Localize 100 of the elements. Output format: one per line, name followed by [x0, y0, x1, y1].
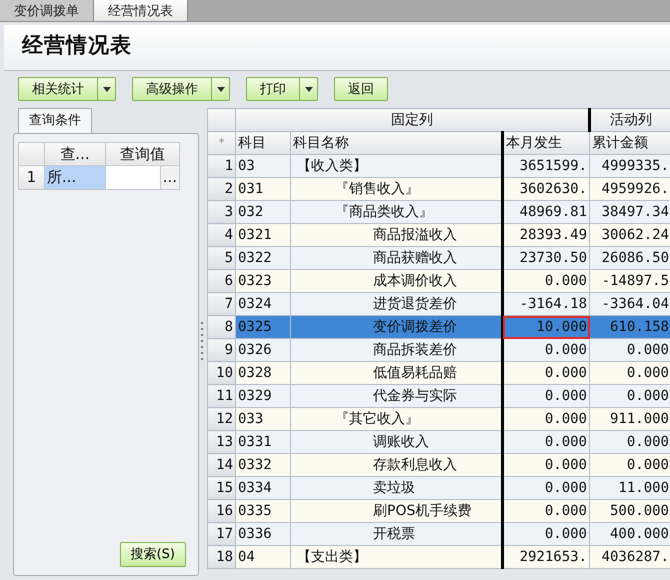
- table-cell: 031: [236, 178, 290, 200]
- caret-icon: [102, 86, 110, 92]
- table-cell: 商品报溢收入: [290, 224, 502, 246]
- table-cell: 商品获赠收入: [290, 246, 502, 270]
- table-cell: 进货退货差价: [290, 292, 502, 316]
- table-cell: 成本调价收入: [290, 270, 502, 292]
- table-cell: 变价调拨差价: [290, 316, 502, 338]
- table-cell: 商品拆装差价: [290, 338, 502, 362]
- toolbar-button[interactable]: 相关统计: [18, 77, 116, 101]
- toolbar-button[interactable]: 打印: [246, 77, 318, 101]
- table-cell: 『其它收入』: [290, 408, 502, 430]
- table-cell: 刷POS机手续费: [290, 500, 502, 522]
- table-cell: 26086.50: [590, 246, 670, 270]
- corner-marker: *: [208, 132, 236, 154]
- table-cell: 0331: [236, 430, 290, 454]
- toolbar-button[interactable]: 高级操作: [132, 77, 230, 101]
- column-header: 查...: [44, 142, 106, 166]
- table-cell: 0.000: [502, 408, 590, 430]
- row-number: 6: [208, 270, 236, 292]
- table-cell: 0.000: [502, 500, 590, 522]
- table-cell: 0.000: [502, 384, 590, 408]
- picker-button[interactable]: ...: [160, 166, 180, 189]
- row-number: 3: [208, 200, 236, 224]
- table-cell: 3651599.: [502, 154, 590, 178]
- table-cell: 610.158: [590, 316, 670, 338]
- column-header: 查询值: [106, 142, 180, 166]
- table-cell: 0328: [236, 362, 290, 384]
- table-cell: 【收入类】: [290, 154, 502, 178]
- table-cell: 低值易耗品赔: [290, 362, 502, 384]
- table-cell: 0329: [236, 384, 290, 408]
- table-cell: 0.000: [502, 430, 590, 454]
- table-cell: 4036287.: [590, 546, 670, 568]
- table-cell: 911.000: [590, 408, 670, 430]
- table-cell: 4999335.: [590, 154, 670, 178]
- table-cell: -14897.5: [590, 270, 670, 292]
- table-cell: 0324: [236, 292, 290, 316]
- table-cell: 代金券与实际: [290, 384, 502, 408]
- search-button[interactable]: 搜索(S): [120, 542, 186, 567]
- document-tab[interactable]: 经营情况表: [94, 0, 188, 21]
- table-cell: 0325: [236, 316, 290, 338]
- row-number: 12: [208, 408, 236, 430]
- row-number: 1: [208, 154, 236, 178]
- table-cell: 033: [236, 408, 290, 430]
- table-cell: 0.000: [502, 270, 590, 292]
- table-cell: 卖垃圾: [290, 476, 502, 500]
- caret-icon: [216, 86, 224, 92]
- row-number: 5: [208, 246, 236, 270]
- table-cell: 38497.34: [590, 200, 670, 224]
- table-cell: 0323: [236, 270, 290, 292]
- table-cell: 2921653.: [502, 546, 590, 568]
- column-header[interactable]: 科目: [236, 132, 290, 154]
- row-number: 4: [208, 224, 236, 246]
- query-value-field[interactable]: [106, 166, 160, 189]
- row-number: 9: [208, 338, 236, 362]
- table-cell: 0.000: [590, 384, 670, 408]
- table-cell: 28393.49: [502, 224, 590, 246]
- column-header[interactable]: 本月发生: [502, 132, 590, 154]
- table-cell: 032: [236, 200, 290, 224]
- column-group-header: 固定列: [236, 108, 590, 132]
- row-number: 14: [208, 454, 236, 476]
- table-cell: 0.000: [502, 476, 590, 500]
- column-header[interactable]: 累计金额: [590, 132, 670, 154]
- table-cell: 48969.81: [502, 200, 590, 224]
- table-cell: 0.000: [502, 338, 590, 362]
- table-cell: 0321: [236, 224, 290, 246]
- table-cell: 调账收入: [290, 430, 502, 454]
- table-cell: 0.000: [590, 454, 670, 476]
- row-number: 17: [208, 522, 236, 546]
- table-cell: 400.000: [590, 522, 670, 546]
- table-cell: 0334: [236, 476, 290, 500]
- table-cell: 0.000: [502, 454, 590, 476]
- column-header[interactable]: 科目名称: [290, 132, 502, 154]
- splitter-grip-icon[interactable]: [201, 322, 204, 362]
- row-number: 16: [208, 500, 236, 522]
- table-cell: 0.000: [590, 362, 670, 384]
- table-cell: 『商品类收入』: [290, 200, 502, 224]
- table-cell: 0.000: [502, 522, 590, 546]
- table-cell: -3164.18: [502, 292, 590, 316]
- table-cell: 『销售收入』: [290, 178, 502, 200]
- table-cell: -3364.04: [590, 292, 670, 316]
- row-number: 7: [208, 292, 236, 316]
- document-tab[interactable]: 变价调拨单: [0, 0, 94, 21]
- table-cell: 500.000: [590, 500, 670, 522]
- row-number: 18: [208, 546, 236, 568]
- table-cell: 0332: [236, 454, 290, 476]
- caret-icon: [304, 86, 312, 92]
- table-cell: 存款利息收入: [290, 454, 502, 476]
- query-field-cell[interactable]: 所...: [44, 166, 106, 189]
- table-cell: 11.000: [590, 476, 670, 500]
- panel-tab[interactable]: 查询条件: [18, 108, 92, 132]
- row-number: 15: [208, 476, 236, 500]
- row-number: 10: [208, 362, 236, 384]
- row-number: 11: [208, 384, 236, 408]
- toolbar-button[interactable]: 返回: [334, 77, 388, 101]
- table-cell: 0.000: [590, 338, 670, 362]
- table-cell: 10.000: [502, 316, 590, 338]
- table-cell: 【支出类】: [290, 546, 502, 568]
- row-number: 13: [208, 430, 236, 454]
- table-cell: 0.000: [590, 430, 670, 454]
- table-cell: 30062.24: [590, 224, 670, 246]
